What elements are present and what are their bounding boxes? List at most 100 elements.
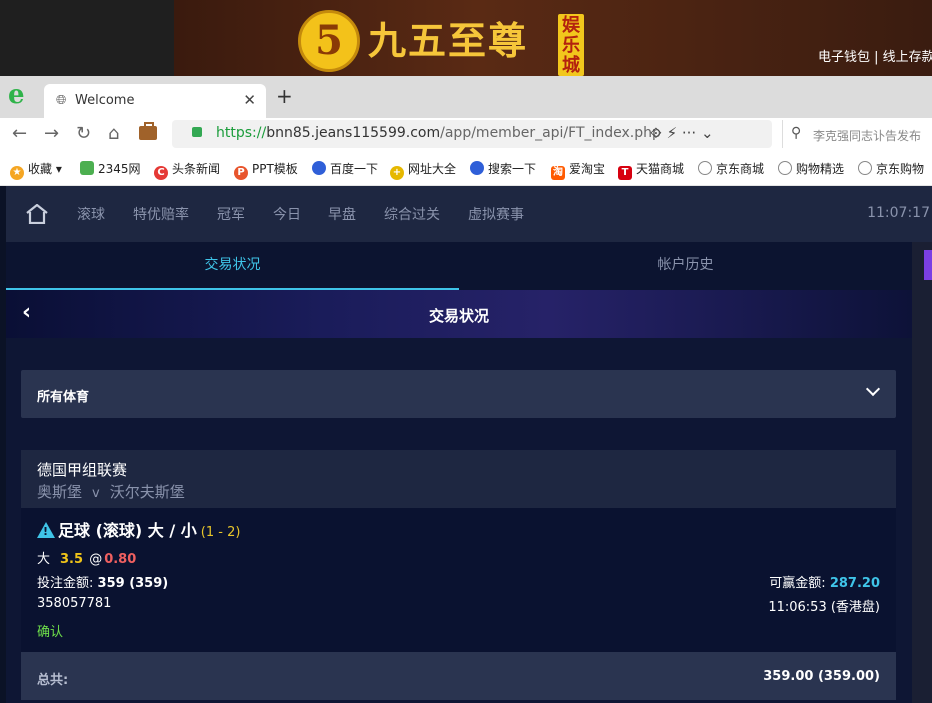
ticket-id: 358057781 <box>37 596 112 611</box>
banner-links[interactable]: 电子钱包 | 线上存款 <box>818 46 932 65</box>
browser-tab-bar: e 🌐︎ Welcome ✕ + <box>0 76 932 118</box>
browser-toolbar: ← → ↻ ⌂ https://bnn85.jeans115599.com/ap… <box>0 118 932 150</box>
home-icon[interactable]: ⌂ <box>108 123 119 145</box>
nav-item-outright[interactable]: 冠军 <box>217 204 245 224</box>
bookmark-label: PPT模板 <box>252 162 298 176</box>
search-icon: ⚲ <box>791 125 802 141</box>
sport-filter-value: 所有体育 <box>37 390 90 405</box>
win-value: 287.20 <box>829 576 880 591</box>
league-name: 德国甲组联赛 <box>37 461 128 479</box>
side-accent[interactable] <box>924 250 932 280</box>
potential-win: 可赢金额: 287.20 <box>769 572 880 591</box>
nav-item-virtual[interactable]: 虚拟赛事 <box>468 204 524 224</box>
bookmark-item[interactable]: 淘爱淘宝 <box>551 160 605 180</box>
bookmark-item[interactable]: + 网址大全 <box>390 160 456 180</box>
ticket-row: 358057781 11:06:53 (香港盘) <box>37 596 880 615</box>
bookmark-item[interactable]: 百度一下 <box>312 160 378 177</box>
bookmark-label: 头条新闻 <box>172 162 221 176</box>
bookmark-label: 京东商城 <box>716 162 765 176</box>
url-text[interactable]: https://bnn85.jeans115599.com/app/member… <box>216 125 661 141</box>
bookmark-label: 网址大全 <box>408 162 457 176</box>
away-team: 沃尔夫斯堡 <box>109 483 185 501</box>
bookmark-label: 搜索一下 <box>488 162 537 176</box>
ad-banner[interactable]: 5 九五至尊 娱乐城 电子钱包 | 线上存款 <box>0 0 932 76</box>
browser-tab[interactable]: 🌐︎ Welcome ✕ <box>44 84 266 118</box>
taobao-icon: 淘 <box>551 166 565 180</box>
tmall-icon: T <box>618 166 632 180</box>
bet-market: 足球 (滚球) 大 / 小(1 - 2) <box>37 517 240 541</box>
nav-item-parlay[interactable]: 综合过关 <box>384 204 440 224</box>
close-icon[interactable]: ✕ <box>243 91 256 109</box>
selection: 大 <box>37 552 51 567</box>
bookmark-item[interactable]: C 头条新闻 <box>154 160 220 180</box>
tab-account-history[interactable]: 帐户历史 <box>459 242 912 290</box>
nav-item-best-odds[interactable]: 特优赔率 <box>133 204 189 224</box>
market-label: 足球 (滚球) 大 / 小 <box>58 521 197 540</box>
url-host: bnn85.jeans115599.com <box>266 125 441 141</box>
nav-item-today[interactable]: 今日 <box>273 204 301 224</box>
banner-left-panel <box>0 0 174 76</box>
bookmark-item[interactable]: 搜索一下 <box>470 160 536 177</box>
bookmark-item[interactable]: 2345网 <box>80 160 141 177</box>
browser-logo-icon: e <box>8 80 25 110</box>
nav-item-live[interactable]: 滚球 <box>77 204 105 224</box>
bookmark-item[interactable]: 购物精选 <box>778 160 844 177</box>
total-row: 总共: 359.00 (359.00) <box>21 652 896 700</box>
transactions-content: 所有体育 德国甲组联赛 奥斯堡 v 沃尔夫斯堡 足球 (滚球) 大 / 小(1 - … <box>6 338 912 703</box>
baidu-paw-icon <box>470 161 484 175</box>
brand-logo-icon: 5 <box>298 10 360 72</box>
baidu-paw-icon <box>312 161 326 175</box>
url-tools-icons[interactable]: ⟐ ⚡ ··· ⌄ <box>650 124 714 142</box>
search-box[interactable]: ⚲ 李克强同志讣告发布 <box>782 120 932 148</box>
bet-time: 11:06:53 (香港盘) <box>768 600 880 615</box>
search-input[interactable]: 李克强同志讣告发布 <box>813 127 921 144</box>
live-score: (1 - 2) <box>200 525 241 540</box>
bookmark-label: 京东购物 <box>876 162 925 176</box>
ppt-icon: P <box>234 166 248 180</box>
toutiao-icon: C <box>154 166 168 180</box>
page-header: ‹ 交易状况 <box>6 290 912 338</box>
versus: v <box>92 486 100 501</box>
bookmark-label: 2345网 <box>98 162 141 176</box>
bookmark-label: 爱淘宝 <box>569 162 606 176</box>
bookmark-item[interactable]: 京东购物 <box>858 160 924 177</box>
sport-filter-select[interactable]: 所有体育 <box>21 370 896 418</box>
globe-icon: 🌐︎ <box>56 93 67 108</box>
sports-nav: 滚球 特优赔率 冠军 今日 早盘 综合过关 虚拟赛事 11:07:17 <box>6 186 932 242</box>
globe-icon <box>698 161 712 175</box>
bookmark-item[interactable]: P PPT模板 <box>234 160 298 180</box>
handicap: 3.5 <box>60 552 84 567</box>
bookmark-item[interactable]: ★ 收藏 ▾ <box>10 160 62 180</box>
bookmark-item[interactable]: 京东商城 <box>698 160 764 177</box>
clock: 11:07:17 <box>867 205 930 221</box>
status-badge: 确认 <box>37 625 64 640</box>
nav-item-early[interactable]: 早盘 <box>328 204 356 224</box>
bookmark-item[interactable]: T 天猫商城 <box>618 160 684 180</box>
star-icon: ★ <box>10 166 24 180</box>
back-arrow-icon[interactable]: ← <box>12 123 27 145</box>
plus-icon: + <box>390 166 404 180</box>
page-title: 交易状况 <box>428 307 489 325</box>
bookmark-label: 天猫商城 <box>636 162 685 176</box>
address-bar[interactable]: https://bnn85.jeans115599.com/app/member… <box>172 120 772 148</box>
total-value: 359.00 (359.00) <box>763 669 880 684</box>
odds-value: 0.80 <box>104 552 137 567</box>
bet-selection: 大 3.5 @0.80 <box>37 548 136 567</box>
forward-arrow-icon[interactable]: → <box>44 123 59 145</box>
new-tab-button[interactable]: + <box>276 86 293 106</box>
bet-card-header: 德国甲组联赛 奥斯堡 v 沃尔夫斯堡 <box>21 450 896 508</box>
briefcase-icon[interactable] <box>139 122 157 140</box>
2345-icon <box>80 161 94 175</box>
lock-icon <box>192 127 202 137</box>
brand-seal: 娱乐城 <box>558 14 584 76</box>
tab-transactions[interactable]: 交易状况 <box>6 242 459 290</box>
bookmark-label: 收藏 <box>28 162 53 176</box>
chevron-down-icon <box>865 381 881 397</box>
home-icon[interactable] <box>26 204 48 224</box>
globe-icon <box>778 161 792 175</box>
at-sign: @ <box>89 552 103 567</box>
reload-icon[interactable]: ↻ <box>76 123 91 145</box>
url-protocol: https:// <box>216 125 267 141</box>
home-team: 奥斯堡 <box>37 483 83 501</box>
tab-title: Welcome <box>75 93 135 108</box>
